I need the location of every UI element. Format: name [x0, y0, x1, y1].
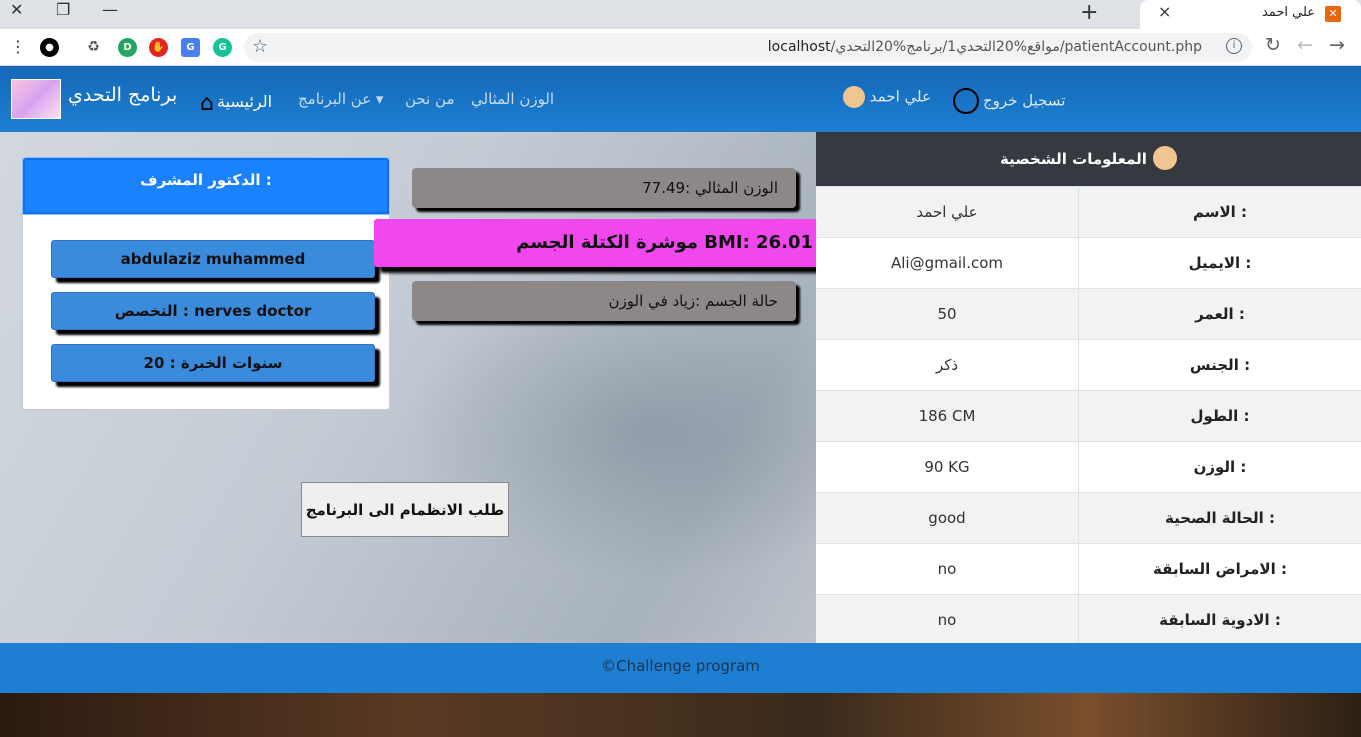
tab-title: علي احمد — [1261, 5, 1315, 20]
personal-info-heading: المعلومات الشخصية — [816, 132, 1361, 186]
extension-green-icon[interactable]: D — [118, 38, 137, 57]
row-label: الادوية السابقة : — [1159, 611, 1281, 629]
browser-toolbar: ⋮ ● ♻ D ✋ G G ☆ localhost/مواقع%20التحدي… — [0, 29, 1361, 66]
doctor-heading: الدكتور المشرف : — [23, 158, 389, 214]
main-content: الدكتور المشرف : abdulaziz muhammed التخ… — [0, 132, 1361, 645]
recycle-icon[interactable]: ♻ — [84, 38, 103, 57]
nav-home-label: الرئيسية — [216, 92, 273, 111]
row-value: 186 CM — [816, 391, 1079, 441]
nav-who[interactable]: من نحن — [405, 90, 455, 108]
row-label: الامراض السابقة : — [1153, 560, 1287, 578]
browser-tab[interactable]: × علي احمد ✕ — [1140, 0, 1361, 29]
browser-tab-strip: ✕ ❐ — + × علي احمد ✕ — [0, 0, 1361, 29]
join-program-button[interactable]: طلب الانظمام الى البرنامج — [301, 482, 509, 537]
nav-home[interactable]: ⌂ الرئيسية — [200, 88, 273, 116]
table-row: Ali@gmail.com الايميل : — [816, 237, 1361, 288]
nav-ideal-weight[interactable]: الوزن المثالي — [471, 90, 554, 108]
person-icon — [1152, 145, 1177, 170]
nav-user-label: علي احمد — [869, 87, 931, 106]
brand-logo[interactable] — [11, 79, 61, 119]
new-tab-icon[interactable]: + — [1080, 0, 1098, 25]
row-label: الوزن : — [1193, 458, 1247, 476]
forward-icon[interactable]: → — [1329, 34, 1345, 56]
bmi-box: موشرة الكتلة الجسم BMI: 26.01 — [374, 219, 831, 267]
table-row: 50 العمر : — [816, 288, 1361, 339]
nav-about-dropdown[interactable]: عن البرنامج ▾ — [298, 90, 383, 108]
personal-info-heading-text: المعلومات الشخصية — [1000, 150, 1147, 168]
table-row: علي احمد الاسم : — [816, 186, 1361, 237]
caret-down-icon: ▾ — [375, 90, 384, 108]
table-row: ذكر الجنس : — [816, 339, 1361, 390]
row-label: الحالة الصحية : — [1165, 509, 1275, 527]
row-label: الايميل : — [1188, 254, 1252, 272]
row-value: no — [816, 595, 1079, 645]
ideal-weight-box: الوزن المثالي :77.49 — [412, 168, 796, 208]
nav-logout-label: تسجيل خروج — [983, 91, 1066, 110]
close-window-icon[interactable]: ✕ — [10, 0, 23, 19]
translate-icon[interactable]: G — [181, 38, 200, 57]
table-row: no الادوية السابقة : — [816, 594, 1361, 645]
xampp-icon: ✕ — [1325, 6, 1341, 22]
personal-info-panel: المعلومات الشخصية علي احمد الاسم : Ali@gm… — [816, 132, 1361, 645]
row-value: no — [816, 544, 1079, 594]
minimize-window-icon[interactable]: — — [102, 0, 118, 19]
power-icon — [953, 88, 979, 114]
extension-dark-icon[interactable]: ● — [40, 38, 59, 57]
background-photo-strip — [0, 693, 1361, 737]
row-value: Ali@gmail.com — [816, 238, 1079, 288]
row-value: علي احمد — [816, 187, 1079, 237]
home-icon: ⌂ — [200, 91, 214, 116]
doctor-card: الدكتور المشرف : abdulaziz muhammed التخ… — [22, 157, 390, 410]
browser-menu-icon[interactable]: ⋮ — [10, 37, 26, 56]
user-avatar-icon — [843, 86, 865, 108]
body-state-box: حالة الجسم :زياد في الوزن — [412, 281, 796, 321]
table-row: good الحالة الصحية : — [816, 492, 1361, 543]
site-info-icon[interactable]: i — [1226, 38, 1242, 54]
row-value: 90 KG — [816, 442, 1079, 492]
background-photo — [400, 282, 816, 582]
table-row: 90 KG الوزن : — [816, 441, 1361, 492]
doctor-experience: سنوات الخبرة : 20 — [51, 344, 375, 382]
row-label: العمر : — [1195, 305, 1245, 323]
restore-window-icon[interactable]: ❐ — [56, 0, 70, 19]
row-value: ذكر — [816, 340, 1079, 390]
nav-user[interactable]: علي احمد — [843, 86, 931, 108]
row-value: 50 — [816, 289, 1079, 339]
back-icon[interactable]: ← — [1297, 34, 1313, 56]
url-text: localhost/مواقع%20التحدي1/برنامج%20التحد… — [767, 39, 1202, 55]
brand-name[interactable]: برنامج التحدي — [68, 84, 177, 106]
adblock-icon[interactable]: ✋ — [149, 38, 168, 57]
bookmark-star-icon[interactable]: ☆ — [252, 36, 268, 57]
row-label: الجنس : — [1189, 356, 1251, 374]
nav-logout[interactable]: تسجيل خروج — [953, 88, 1065, 114]
table-row: no الامراض السابقة : — [816, 543, 1361, 594]
doctor-name: abdulaziz muhammed — [51, 240, 375, 278]
grammarly-icon[interactable]: G — [213, 38, 232, 57]
site-footer: ©Challenge program — [0, 643, 1361, 693]
row-label: الطول : — [1190, 407, 1250, 425]
tab-close-icon[interactable]: × — [1158, 2, 1171, 21]
doctor-specialty: التخصص : nerves doctor — [51, 292, 375, 330]
row-label: الاسم : — [1192, 203, 1248, 221]
address-bar[interactable]: ☆ localhost/مواقع%20التحدي1/برنامج%20الت… — [244, 33, 1252, 62]
table-row: 186 CM الطول : — [816, 390, 1361, 441]
personal-info-table: علي احمد الاسم : Ali@gmail.com الايميل : 5… — [816, 186, 1361, 645]
reload-icon[interactable]: ↻ — [1265, 34, 1281, 56]
row-value: good — [816, 493, 1079, 543]
site-navbar: برنامج التحدي ⌂ الرئيسية عن البرنامج ▾ من… — [0, 66, 1361, 132]
nav-about-label: عن البرنامج — [298, 90, 372, 108]
